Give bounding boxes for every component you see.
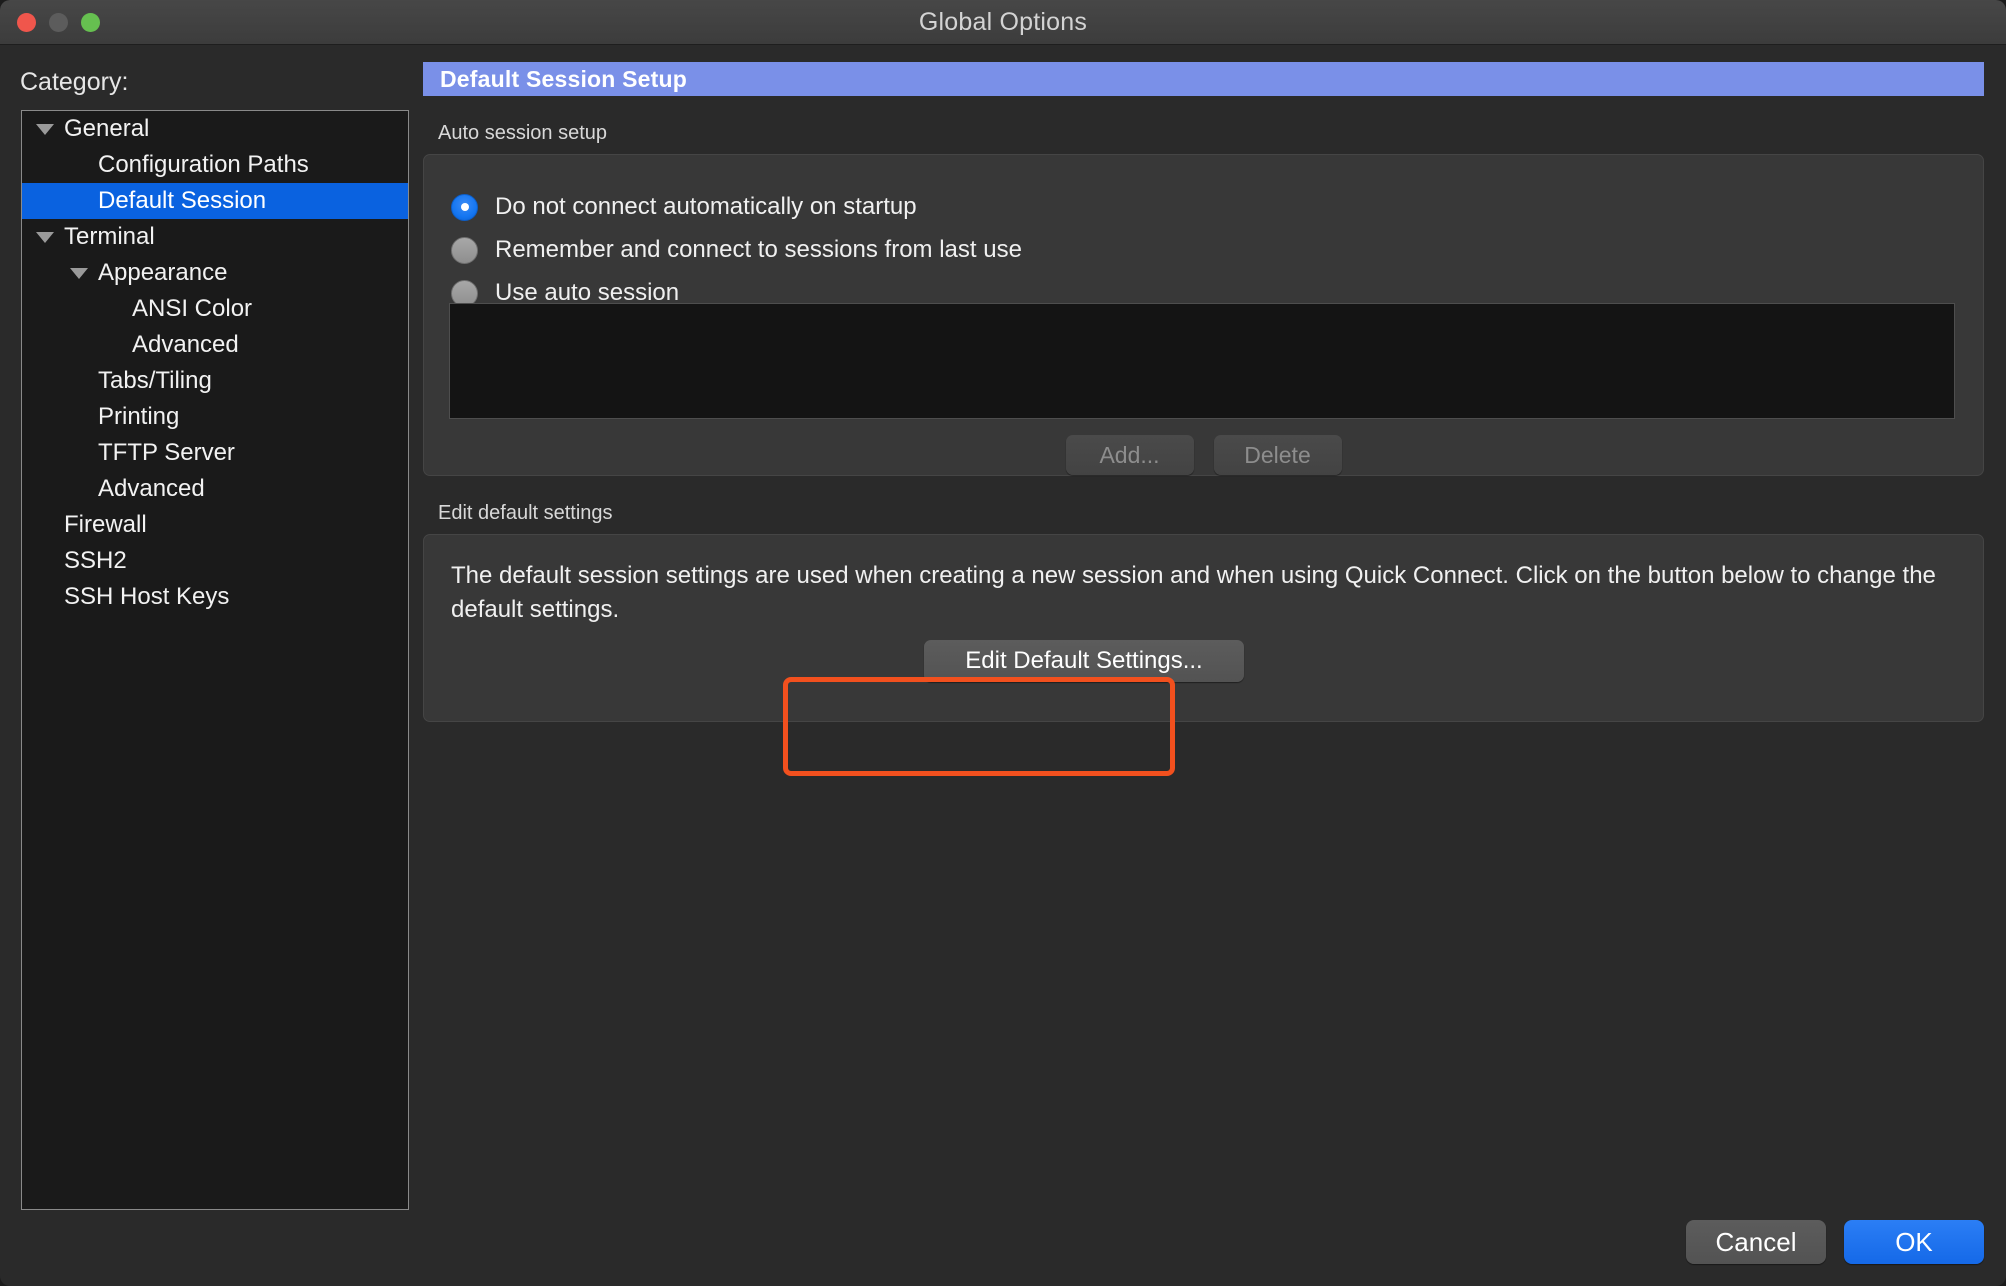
edit-default-group-title: Edit default settings [438, 502, 613, 524]
radio-remember-sessions[interactable]: Remember and connect to sessions from la… [451, 236, 1022, 264]
cancel-button[interactable]: Cancel [1686, 1220, 1826, 1264]
add-button[interactable]: Add... [1065, 435, 1194, 475]
sidebar-item-default-session[interactable]: Default Session [22, 183, 408, 219]
sidebar-item-advanced[interactable]: Advanced [22, 327, 408, 363]
sidebar-item-label: Advanced [98, 475, 205, 502]
sidebar-item-label: SSH2 [64, 547, 127, 574]
sidebar-item-label: Terminal [64, 223, 155, 250]
sidebar-item-advanced[interactable]: Advanced [22, 471, 408, 507]
auto-session-group: Auto session setup Do not connect automa… [423, 122, 1984, 476]
category-label: Category: [20, 68, 129, 96]
dialog-footer: Cancel OK [1686, 1220, 1984, 1264]
sidebar-item-label: Advanced [132, 331, 239, 358]
sidebar-item-label: Firewall [64, 511, 147, 538]
edit-default-box: The default session settings are used wh… [423, 534, 1984, 722]
auto-session-listbox[interactable] [449, 303, 1955, 419]
sidebar-item-general[interactable]: General [22, 111, 408, 147]
sidebar-item-ansi-color[interactable]: ANSI Color [22, 291, 408, 327]
edit-default-settings-button[interactable]: Edit Default Settings... [924, 640, 1244, 682]
settings-pane: Default Session Setup Auto session setup… [423, 62, 1984, 722]
sidebar-item-firewall[interactable]: Firewall [22, 507, 408, 543]
window-titlebar: Global Options [0, 0, 2006, 45]
sidebar-item-label: Default Session [98, 187, 267, 214]
sidebar-item-appearance[interactable]: Appearance [22, 255, 408, 291]
sidebar-item-printing[interactable]: Printing [22, 399, 408, 435]
edit-default-group: Edit default settings The default sessio… [423, 502, 1984, 722]
page-title: Default Session Setup [423, 62, 1984, 96]
chevron-down-icon[interactable] [36, 231, 54, 243]
sidebar-item-label: Tabs/Tiling [98, 367, 212, 394]
chevron-down-icon[interactable] [70, 267, 88, 279]
sidebar-item-label: General [64, 115, 150, 142]
sidebar-item-label: Appearance [98, 259, 228, 286]
category-tree[interactable]: General Configuration Paths Default Sessio… [21, 110, 409, 1210]
radio-do-not-connect[interactable]: Do not connect automatically on startup [451, 193, 917, 221]
sidebar-item-tabs-tiling[interactable]: Tabs/Tiling [22, 363, 408, 399]
sidebar-item-label: Printing [98, 403, 180, 430]
radio-unselected-icon[interactable] [451, 236, 478, 264]
auto-session-box: Do not connect automatically on startup … [423, 154, 1984, 476]
window-title: Global Options [918, 8, 1088, 36]
ok-button[interactable]: OK [1844, 1220, 1984, 1264]
sidebar-item-terminal[interactable]: Terminal [22, 219, 408, 255]
radio-do-not-connect-label: Do not connect automatically on startup [495, 193, 917, 220]
chevron-down-icon[interactable] [36, 123, 54, 135]
sidebar-item-ssh2[interactable]: SSH2 [22, 543, 408, 579]
sidebar-item-label: ANSI Color [132, 295, 253, 322]
auto-session-group-title: Auto session setup [438, 122, 607, 144]
radio-selected-icon[interactable] [451, 193, 478, 221]
sidebar-item-ssh-host-keys[interactable]: SSH Host Keys [22, 579, 408, 615]
delete-button[interactable]: Delete [1213, 435, 1342, 475]
sidebar-item-label: TFTP Server [98, 439, 235, 466]
sidebar-item-label: SSH Host Keys [64, 583, 230, 610]
radio-remember-sessions-label: Remember and connect to sessions from la… [495, 236, 1022, 263]
sidebar-item-label: Configuration Paths [98, 151, 309, 178]
sidebar-item-configuration-paths[interactable]: Configuration Paths [22, 147, 408, 183]
listbox-button-row: Add... Delete [424, 435, 1983, 475]
global-options-window: Global Options Category: General Configur… [0, 0, 2006, 1286]
sidebar-item-tftp-server[interactable]: TFTP Server [22, 435, 408, 471]
edit-default-description: The default session settings are used wh… [451, 562, 1936, 623]
